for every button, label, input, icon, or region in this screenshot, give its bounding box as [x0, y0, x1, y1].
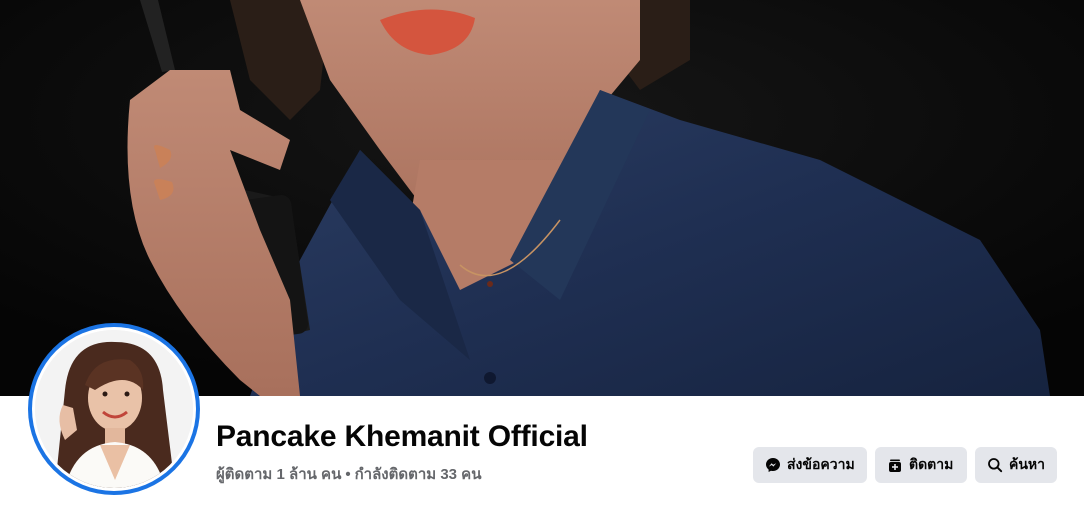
avatar-photo: [35, 330, 193, 488]
profile-avatar[interactable]: [28, 323, 200, 495]
followers-count[interactable]: ผู้ติดตาม 1 ล้าน คน: [216, 466, 341, 483]
messenger-icon: [765, 457, 781, 473]
follow-label: ติดตาม: [909, 456, 954, 472]
search-button[interactable]: ค้นหา: [975, 447, 1057, 483]
follow-button[interactable]: ติดตาม: [875, 447, 967, 483]
cover-photo-image: [0, 0, 1084, 396]
search-label: ค้นหา: [1009, 456, 1046, 472]
cover-photo[interactable]: [0, 0, 1084, 396]
send-message-label: ส่งข้อความ: [787, 456, 855, 472]
search-icon: [987, 457, 1003, 473]
page-stats: ผู้ติดตาม 1 ล้าน คน • กำลังติดตาม 33 คน: [216, 462, 481, 486]
page-title: Pancake Khemanit Official: [216, 420, 588, 453]
page-actions: ส่งข้อความ ติดตาม ค้นหา: [753, 447, 1057, 483]
following-count[interactable]: กำลังติดตาม 33 คน: [355, 466, 482, 483]
send-message-button[interactable]: ส่งข้อความ: [753, 447, 867, 483]
follow-icon: [887, 457, 903, 473]
stats-separator: •: [345, 466, 351, 483]
